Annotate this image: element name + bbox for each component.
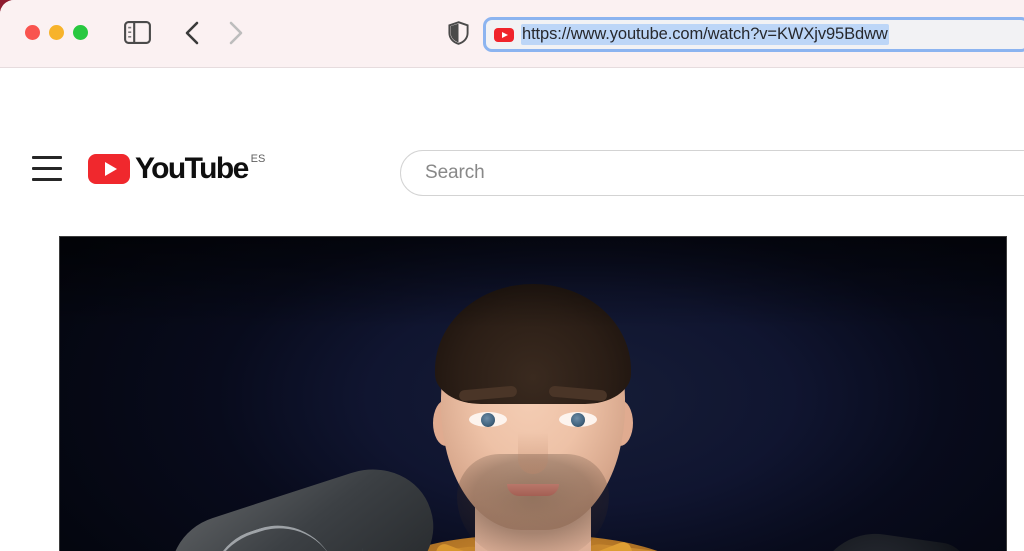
youtube-play-logo-icon bbox=[88, 154, 130, 184]
hamburger-menu-icon[interactable] bbox=[32, 156, 62, 181]
youtube-wordmark: YouTube bbox=[135, 152, 249, 185]
search-placeholder: Search bbox=[425, 162, 485, 183]
youtube-logo[interactable]: YouTube ES bbox=[88, 152, 265, 186]
browser-forward-button[interactable] bbox=[220, 17, 250, 49]
youtube-favicon-icon bbox=[494, 27, 514, 42]
youtube-country-code: ES bbox=[250, 153, 266, 165]
subject-nose bbox=[518, 432, 548, 474]
address-bar-url-text: https://www.youtube.com/watch?v=KWXjv95B… bbox=[521, 23, 889, 46]
video-frame bbox=[59, 236, 1007, 551]
subject-mouth bbox=[507, 484, 559, 496]
subject-eye-left bbox=[469, 412, 507, 427]
close-window-button[interactable] bbox=[25, 25, 40, 40]
shield-privacy-icon[interactable] bbox=[448, 21, 469, 45]
browser-window: https://www.youtube.com/watch?v=KWXjv95B… bbox=[0, 0, 1024, 551]
browser-back-button[interactable] bbox=[178, 17, 208, 49]
zoom-window-button[interactable] bbox=[73, 25, 88, 40]
minimize-window-button[interactable] bbox=[49, 25, 64, 40]
subject-eye-right bbox=[559, 412, 597, 427]
address-bar[interactable]: https://www.youtube.com/watch?v=KWXjv95B… bbox=[483, 17, 1024, 52]
window-traffic-lights bbox=[25, 25, 88, 40]
video-vignette bbox=[59, 236, 1007, 328]
screenshot-root: https://www.youtube.com/watch?v=KWXjv95B… bbox=[0, 0, 1024, 551]
browser-toolbar: https://www.youtube.com/watch?v=KWXjv95B… bbox=[0, 0, 1024, 68]
sidebar-toggle-icon[interactable] bbox=[124, 21, 151, 44]
youtube-page: YouTube ES Search bbox=[0, 68, 1024, 551]
chair-backrest bbox=[807, 526, 973, 551]
video-player[interactable] bbox=[59, 236, 1007, 551]
search-input[interactable]: Search bbox=[400, 150, 1024, 196]
